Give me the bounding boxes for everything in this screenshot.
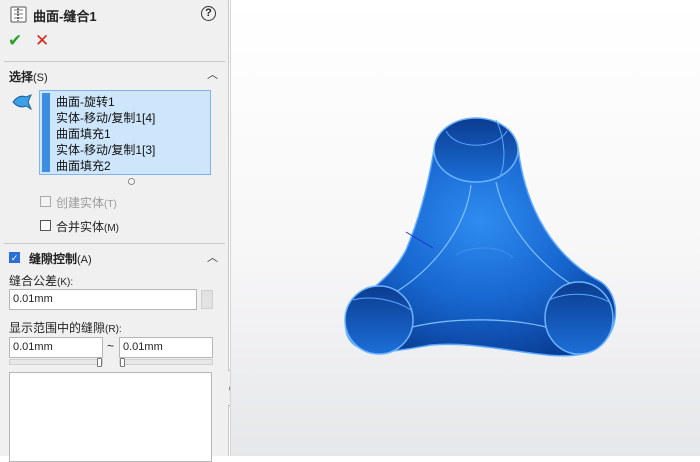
merge-entities-label: 合并实体(M) bbox=[56, 218, 119, 235]
collapse-selection-icon[interactable]: ︿ bbox=[207, 66, 218, 82]
tolerance-label: 缝合公差(K): bbox=[9, 272, 73, 289]
gap-range-label-text: 显示范围中的缝隙 bbox=[9, 321, 106, 335]
list-resize-handle[interactable] bbox=[128, 178, 135, 185]
selection-heading-text: 选择 bbox=[9, 70, 34, 84]
graphics-area[interactable] bbox=[230, 0, 700, 456]
gap-range-label: 显示范围中的缝隙(R): bbox=[9, 319, 122, 336]
list-item[interactable]: 曲面填充2 bbox=[56, 158, 155, 174]
gap-range-label-key: (R): bbox=[105, 324, 122, 335]
gap-range-min-input[interactable]: 0.01mm bbox=[9, 337, 103, 358]
tolerance-label-text: 缝合公差 bbox=[9, 274, 58, 288]
gap-range-max-slider[interactable] bbox=[119, 359, 213, 365]
gap-control-heading[interactable]: 缝隙控制(A) bbox=[29, 250, 92, 267]
gap-range-min-slider[interactable] bbox=[9, 359, 103, 365]
gap-control-checkbox[interactable]: ✓ bbox=[9, 252, 20, 263]
gap-control-heading-text: 缝隙控制 bbox=[29, 252, 78, 266]
divider bbox=[4, 243, 225, 244]
min-slider-thumb[interactable] bbox=[97, 358, 102, 367]
feature-title: 曲面-缝合1 bbox=[33, 9, 97, 24]
list-item[interactable]: 曲面-旋转1 bbox=[56, 94, 155, 110]
gap-control-heading-key: (A) bbox=[77, 254, 92, 266]
max-slider-thumb[interactable] bbox=[120, 358, 125, 367]
merge-entities-text: 合并实体 bbox=[56, 220, 105, 234]
selection-heading[interactable]: 选择(S) bbox=[9, 68, 48, 85]
right-opening bbox=[544, 281, 614, 355]
list-item[interactable]: 实体-移动/复制1[4] bbox=[56, 110, 155, 126]
tolerance-label-key: (K): bbox=[57, 277, 74, 288]
gap-range-max-input[interactable]: 0.01mm bbox=[119, 337, 213, 358]
merge-entities-key: (M) bbox=[104, 223, 120, 234]
help-icon[interactable]: ? bbox=[201, 6, 216, 21]
knit-surface-model[interactable] bbox=[231, 0, 700, 456]
tolerance-input[interactable]: 0.01mm bbox=[9, 289, 197, 310]
tolerance-spinner[interactable] bbox=[201, 290, 213, 309]
create-solid-checkbox[interactable] bbox=[40, 196, 51, 207]
knit-surface-icon bbox=[10, 6, 27, 23]
property-manager: 曲面-缝合1 ? ✔ ✕ 选择(S) ︿ 曲面-旋转1 实体-移动/复制1[4]… bbox=[0, 0, 229, 462]
surface-select-icon bbox=[12, 94, 33, 111]
create-solid-text: 创建实体 bbox=[56, 196, 105, 210]
selected-entities-list[interactable]: 曲面-旋转1 实体-移动/复制1[4] 曲面填充1 实体-移动/复制1[3] 曲… bbox=[39, 90, 211, 175]
merge-entities-checkbox[interactable] bbox=[40, 220, 51, 231]
range-separator: ~ bbox=[107, 339, 115, 353]
create-solid-key: (T) bbox=[104, 199, 117, 210]
left-opening bbox=[344, 285, 414, 355]
top-opening bbox=[433, 117, 519, 183]
selection-heading-key: (S) bbox=[33, 72, 48, 84]
ok-button[interactable]: ✔ bbox=[8, 31, 22, 51]
gap-list-box[interactable] bbox=[9, 372, 212, 462]
create-solid-label: 创建实体(T) bbox=[56, 194, 117, 211]
divider bbox=[4, 61, 225, 62]
list-focus-bar bbox=[42, 93, 50, 172]
list-item[interactable]: 实体-移动/复制1[3] bbox=[56, 142, 155, 158]
collapse-gap-icon[interactable]: ︿ bbox=[207, 249, 218, 265]
cancel-button[interactable]: ✕ bbox=[35, 31, 49, 51]
list-item[interactable]: 曲面填充1 bbox=[56, 126, 155, 142]
